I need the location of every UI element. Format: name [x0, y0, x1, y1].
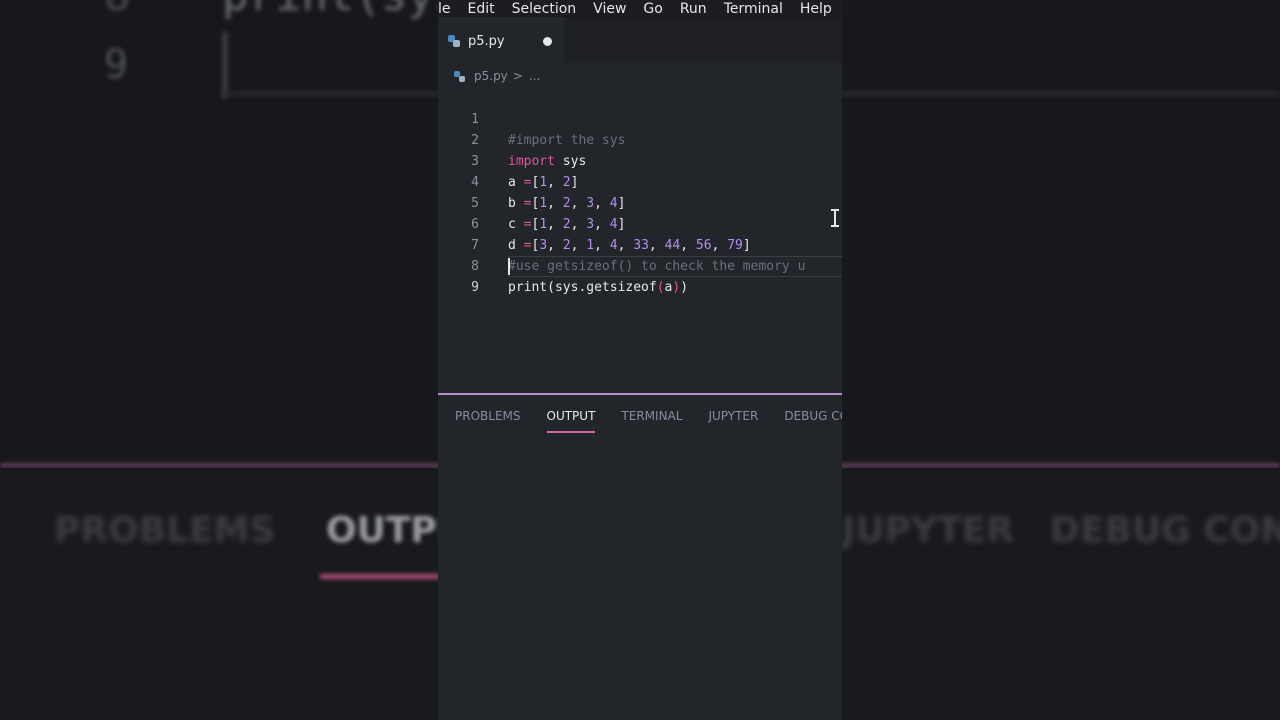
python-file-icon: [448, 35, 460, 47]
menu-terminal[interactable]: Terminal: [724, 0, 783, 18]
bg-line-number-9: 9: [104, 42, 129, 88]
tab-debug-console[interactable]: DEBUG CONS: [784, 409, 842, 433]
line-number: 9: [471, 280, 479, 295]
breadcrumb-file[interactable]: p5.py: [474, 69, 508, 83]
tab-label: p5.py: [468, 33, 505, 49]
bottom-panel: PROBLEMS OUTPUT TERMINAL JUPYTER DEBUG C…: [438, 393, 842, 720]
code-line-4: 4 b =[1, 2, 3, 4]: [438, 151, 842, 211]
chevron-right-icon: >: [512, 69, 523, 83]
bg-tab-problems: PROBLEMS: [54, 510, 276, 551]
ibeam-cursor-icon: [830, 208, 840, 228]
code-line-1: 1 #import the sys: [438, 88, 842, 148]
code-line-6: 6 d =[3, 2, 1, 4, 33, 44, 56, 79]: [438, 193, 842, 253]
panel-tabs: PROBLEMS OUTPUT TERMINAL JUPYTER DEBUG C…: [455, 409, 842, 433]
editor-tab-bar: p5.py: [438, 18, 842, 63]
code-line-2: 2 import sys: [438, 109, 842, 169]
code-line-5: 5 c =[1, 2, 3, 4]: [438, 172, 842, 232]
function-call: print(sys.getsizeof: [508, 280, 657, 295]
bg-tab-underline: [320, 574, 440, 579]
tab-p5-py[interactable]: p5.py: [438, 18, 564, 63]
breadcrumb-more[interactable]: ...: [529, 69, 540, 83]
tab-problems[interactable]: PROBLEMS: [455, 409, 521, 433]
tab-output[interactable]: OUTPUT: [546, 409, 595, 433]
menu-selection[interactable]: Selection: [512, 0, 577, 18]
editor-window: le Edit Selection View Go Run Terminal H…: [438, 0, 842, 720]
bg-caret: [222, 32, 228, 98]
bg-tab-debug: DEBUG CONS: [1050, 510, 1280, 551]
bracket: ): [680, 280, 689, 295]
code-text: print(sys.getsizeof(a)): [508, 277, 688, 298]
bracket: (: [656, 280, 665, 295]
menu-bar: le Edit Selection View Go Run Terminal H…: [438, 0, 842, 18]
bg-tab-jupyter: JUPYTER: [842, 510, 1014, 551]
current-line-highlight: [508, 256, 842, 277]
unsaved-dot-icon[interactable]: [543, 37, 552, 46]
menu-run[interactable]: Run: [680, 0, 707, 18]
code-line-7: 7 #use getsizeof() to check the memory u: [438, 214, 842, 274]
code-line-3: 3 a =[1, 2]: [438, 130, 842, 190]
code-line-8: 8 print(sys.getsizeof(a)): [438, 235, 842, 295]
text-caret: [508, 258, 510, 275]
tab-jupyter[interactable]: JUPYTER: [708, 409, 758, 433]
menu-view[interactable]: View: [593, 0, 626, 18]
menu-file[interactable]: le: [438, 0, 451, 18]
tab-terminal[interactable]: TERMINAL: [621, 409, 682, 433]
menu-edit[interactable]: Edit: [468, 0, 495, 18]
breadcrumb: p5.py > ...: [454, 67, 540, 85]
bg-code-text: print(sys: [222, 0, 460, 21]
menu-help[interactable]: Help: [800, 0, 832, 18]
bg-line-number: 8: [104, 0, 131, 21]
menu-go[interactable]: Go: [643, 0, 662, 18]
python-file-icon: [454, 70, 465, 82]
